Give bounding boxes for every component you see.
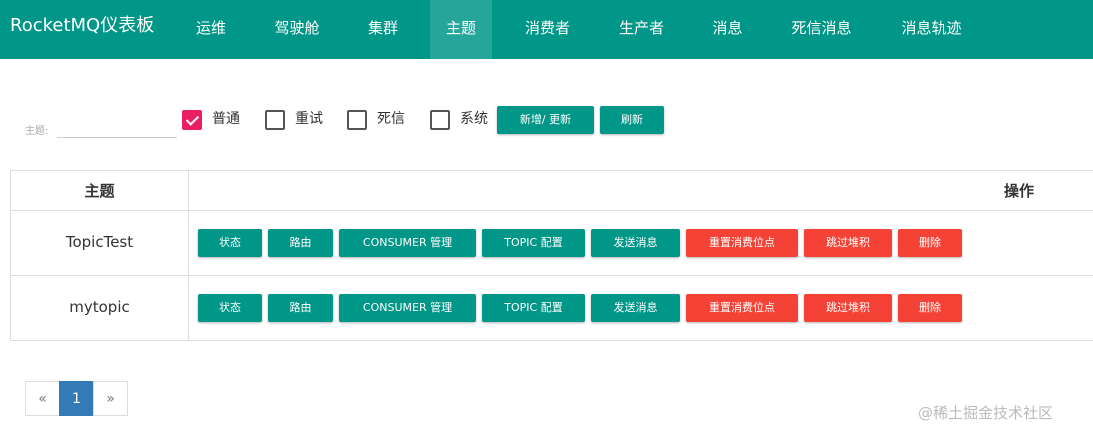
nav-item-dashboard[interactable]: 驾驶舱 [261,0,333,59]
nav-item-message-trace[interactable]: 消息轨迹 [886,0,977,59]
nav-item-ops[interactable]: 运维 [182,0,240,59]
send-message-button[interactable]: 发送消息 [591,229,680,257]
nav-item-consumer[interactable]: 消费者 [510,0,585,59]
checkbox-dlq[interactable] [347,110,367,130]
checkbox-normal[interactable] [182,110,202,130]
topic-filter-input[interactable] [57,115,177,138]
topic-filter-label: 主题: [25,126,49,137]
nav-item-topic[interactable]: 主题 [430,0,492,59]
route-button[interactable]: 路由 [268,229,333,257]
header-topic: 主题 [84,182,115,200]
consumer-manage-button[interactable]: CONSUMER 管理 [339,294,476,322]
checkbox-dlq-label: 死信 [377,111,405,127]
status-button[interactable]: 状态 [198,294,262,322]
reset-offset-button[interactable]: 重置消费位点 [686,294,798,322]
table-row-divider [10,275,1093,276]
watermark: @稀土掘金技术社区 [918,404,1054,422]
send-message-button[interactable]: 发送消息 [591,294,680,322]
checkbox-system-label: 系统 [460,111,488,127]
checkbox-normal-label: 普通 [212,111,240,127]
add-update-button[interactable]: 新增/ 更新 [497,106,594,134]
pagination-page-current[interactable]: 1 [59,381,94,416]
refresh-button[interactable]: 刷新 [600,106,664,134]
topic-name-cell: TopicTest [65,233,134,251]
nav-item-producer[interactable]: 生产者 [604,0,679,59]
skip-accumulate-button[interactable]: 跳过堆积 [804,229,892,257]
checkmark-icon [185,112,200,126]
app-brand[interactable]: RocketMQ仪表板 [10,14,154,38]
checkbox-system[interactable] [430,110,450,130]
skip-accumulate-button[interactable]: 跳过堆积 [804,294,892,322]
route-button[interactable]: 路由 [268,294,333,322]
reset-offset-button[interactable]: 重置消费位点 [686,229,798,257]
header-operation: 操作 [1004,182,1035,200]
table-column-divider [188,170,189,341]
pagination-prev[interactable]: « [25,381,60,416]
pagination-next[interactable]: » [93,381,128,416]
checkbox-retry[interactable] [265,110,285,130]
nav-item-dlq-message[interactable]: 死信消息 [776,0,867,59]
topic-name-cell: mytopic [69,298,130,316]
checkbox-retry-label: 重试 [295,111,323,127]
status-button[interactable]: 状态 [198,229,262,257]
topic-config-button[interactable]: TOPIC 配置 [482,294,585,322]
consumer-manage-button[interactable]: CONSUMER 管理 [339,229,476,257]
delete-button[interactable]: 删除 [898,294,962,322]
table-header-divider [10,210,1093,211]
topic-config-button[interactable]: TOPIC 配置 [482,229,585,257]
table-border-top [10,170,1093,171]
delete-button[interactable]: 删除 [898,229,962,257]
table-border-bottom [10,340,1093,341]
top-navbar: RocketMQ仪表板 运维 驾驶舱 集群 主题 消费者 生产者 消息 死信消息… [0,0,1093,59]
nav-item-message[interactable]: 消息 [700,0,755,59]
nav-item-cluster[interactable]: 集群 [351,0,415,59]
